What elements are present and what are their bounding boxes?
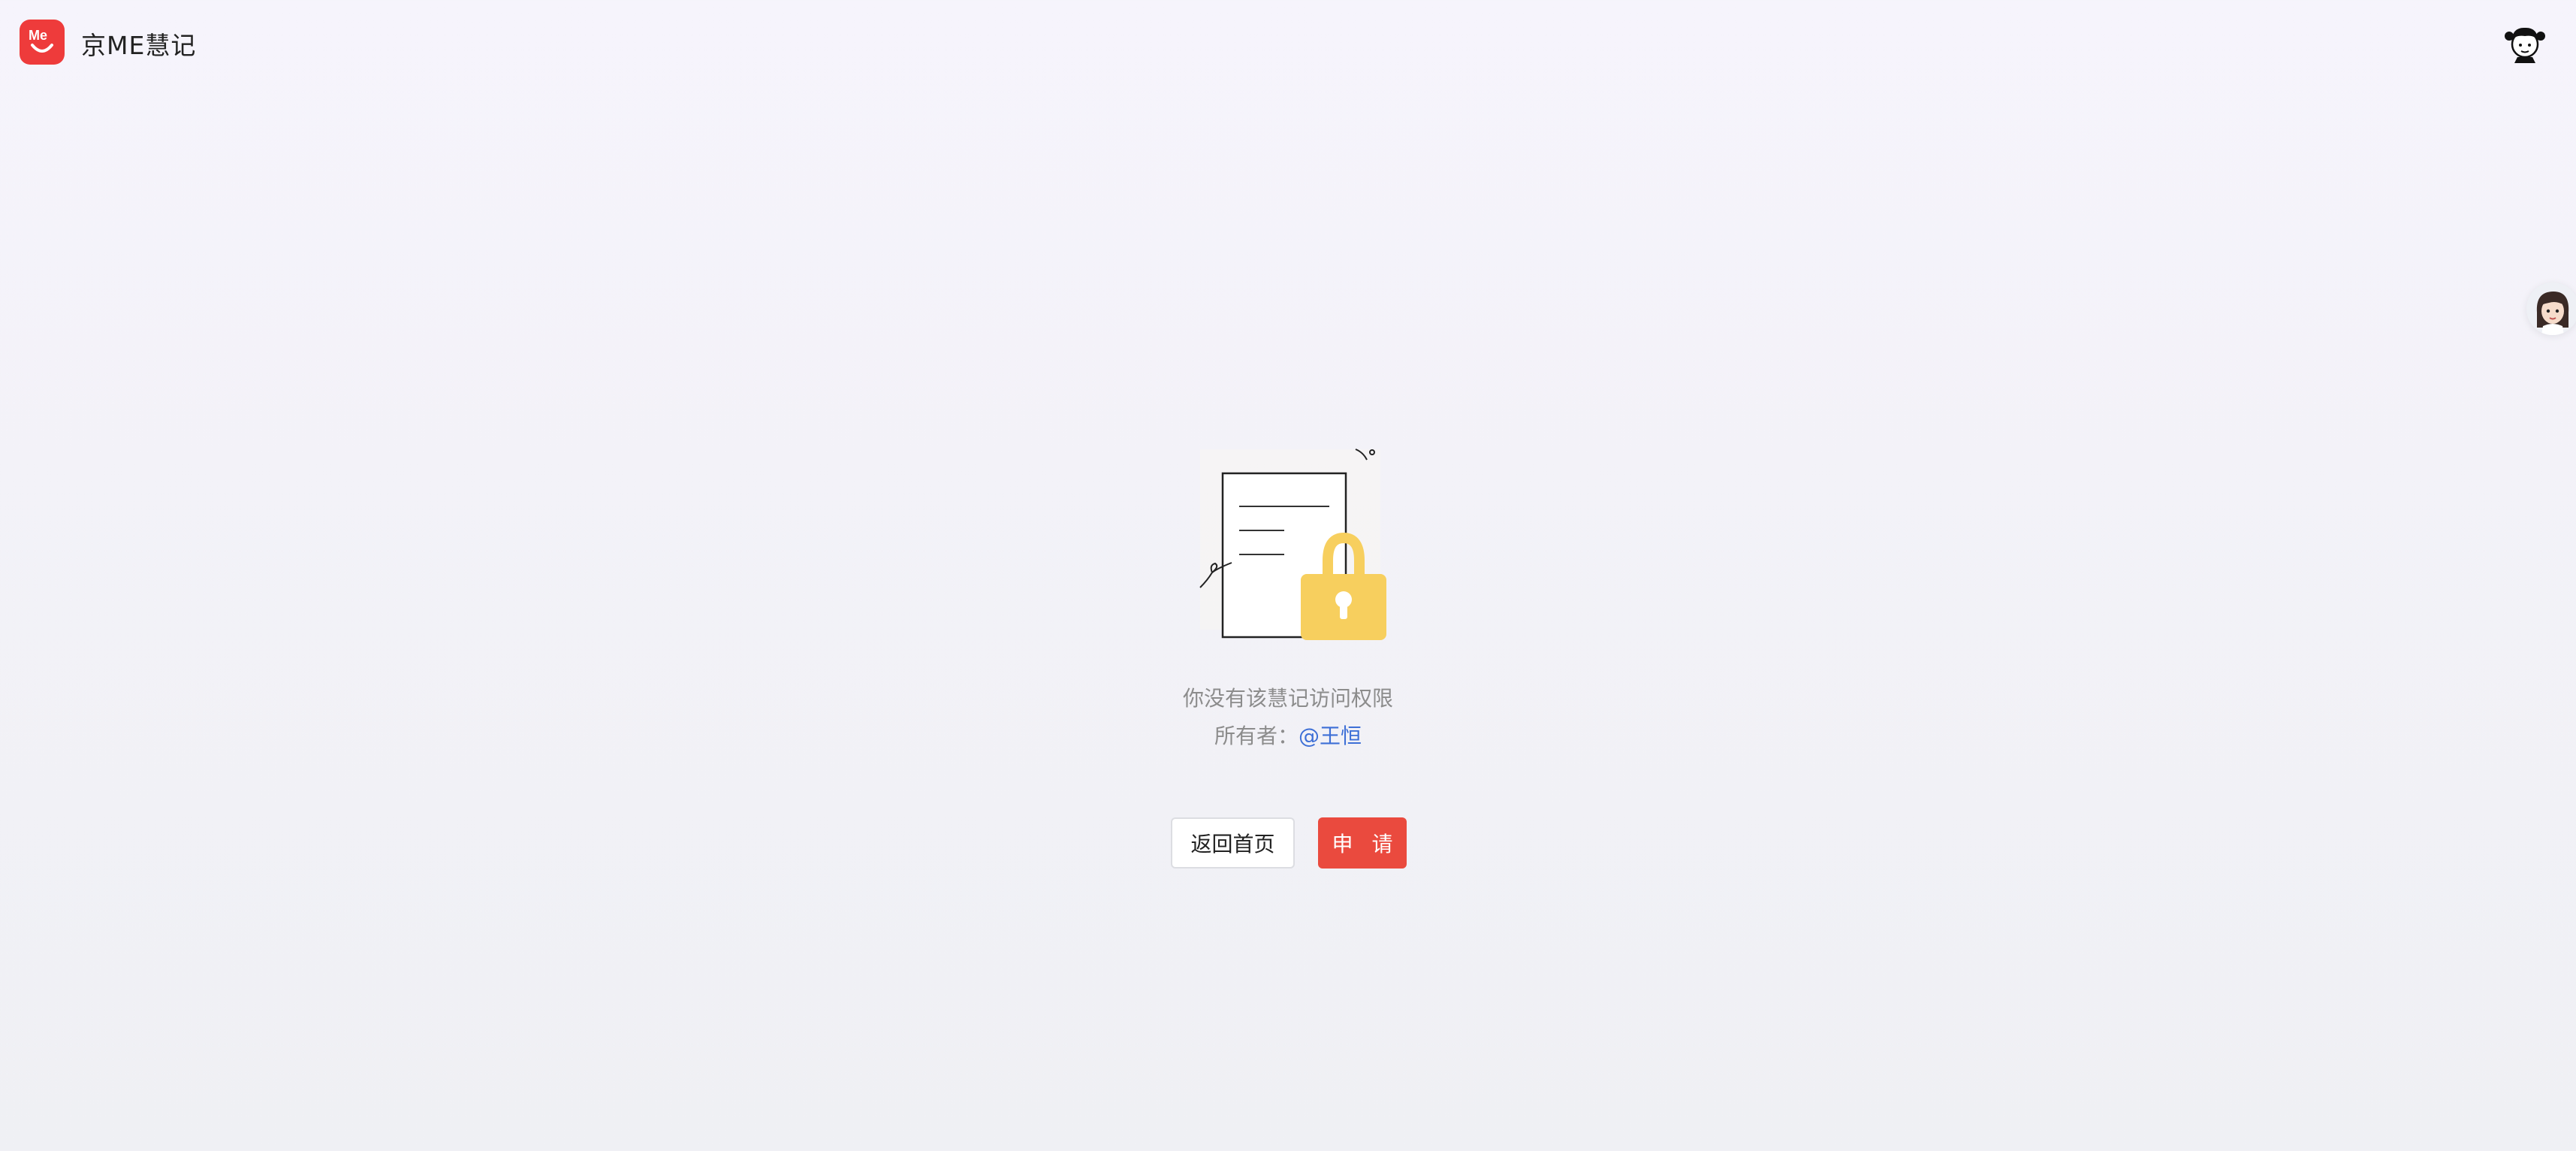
owner-link[interactable]: @王恒 xyxy=(1299,724,1362,748)
assistant-avatar-icon[interactable] xyxy=(2526,282,2576,335)
app-name: 京ME慧记 xyxy=(81,31,197,60)
no-access-message: 你没有该慧记访问权限 xyxy=(1182,686,1393,711)
apply-button[interactable]: 申 请 xyxy=(1318,817,1407,869)
owner-label: 所有者： xyxy=(1214,724,1299,748)
top-bar: Me 京ME慧记 xyxy=(0,0,2576,83)
back-home-button[interactable]: 返回首页 xyxy=(1171,817,1295,869)
owner-line: 所有者：@王恒 xyxy=(1063,720,1513,750)
me-logo-icon[interactable]: Me xyxy=(20,20,65,65)
user-avatar-icon[interactable] xyxy=(2502,20,2547,65)
svg-text:Me: Me xyxy=(29,28,47,43)
locked-document-icon xyxy=(1187,440,1389,643)
